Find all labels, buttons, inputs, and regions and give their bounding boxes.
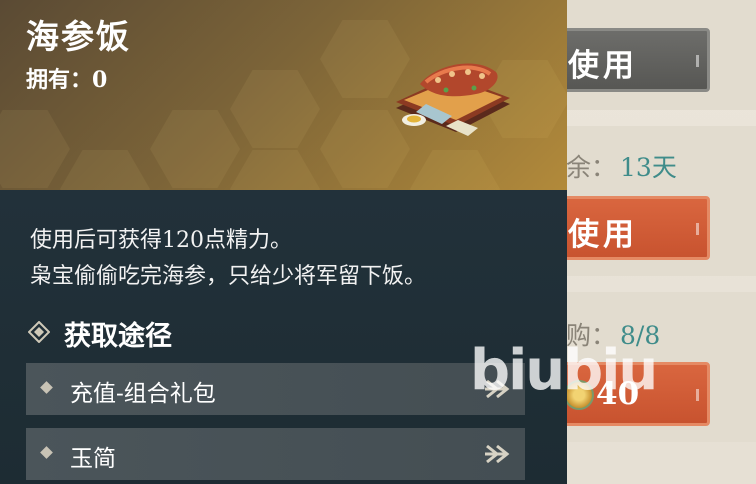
arrow-right-icon xyxy=(485,444,510,464)
item-tooltip: 海参饭 拥有：0 使用后可获得120点精力。 枭宝偷偷吃完海参，只给少将军留下饭… xyxy=(0,0,567,484)
item-description-line-2: 枭宝偷偷吃完海参，只给少将军留下饭。 xyxy=(30,264,427,289)
use-button-1-label: 使用 xyxy=(568,48,638,84)
source-item-jade-slip[interactable]: 玉简 xyxy=(26,428,525,480)
item-description-line-1: 使用后可获得120点精力。 xyxy=(30,228,292,253)
sources-title: 获取途径 xyxy=(64,321,172,352)
bullet-icon xyxy=(40,381,53,394)
source-item-label: 充值-组合礼包 xyxy=(70,381,216,407)
remaining-time: 余： 13天 xyxy=(566,153,677,182)
use-button-2-label: 使用 xyxy=(568,217,638,253)
source-item-bundle[interactable]: 充值-组合礼包 xyxy=(26,363,525,415)
item-name: 海参饭 xyxy=(26,17,131,56)
diamond-target-icon xyxy=(28,321,50,343)
bullet-icon xyxy=(40,446,53,459)
watermark: biubiu xyxy=(470,338,658,403)
sea-cucumber-rice-dish-icon xyxy=(396,63,510,136)
source-item-label: 玉简 xyxy=(70,446,116,472)
owned-count: 拥有：0 xyxy=(26,67,108,93)
